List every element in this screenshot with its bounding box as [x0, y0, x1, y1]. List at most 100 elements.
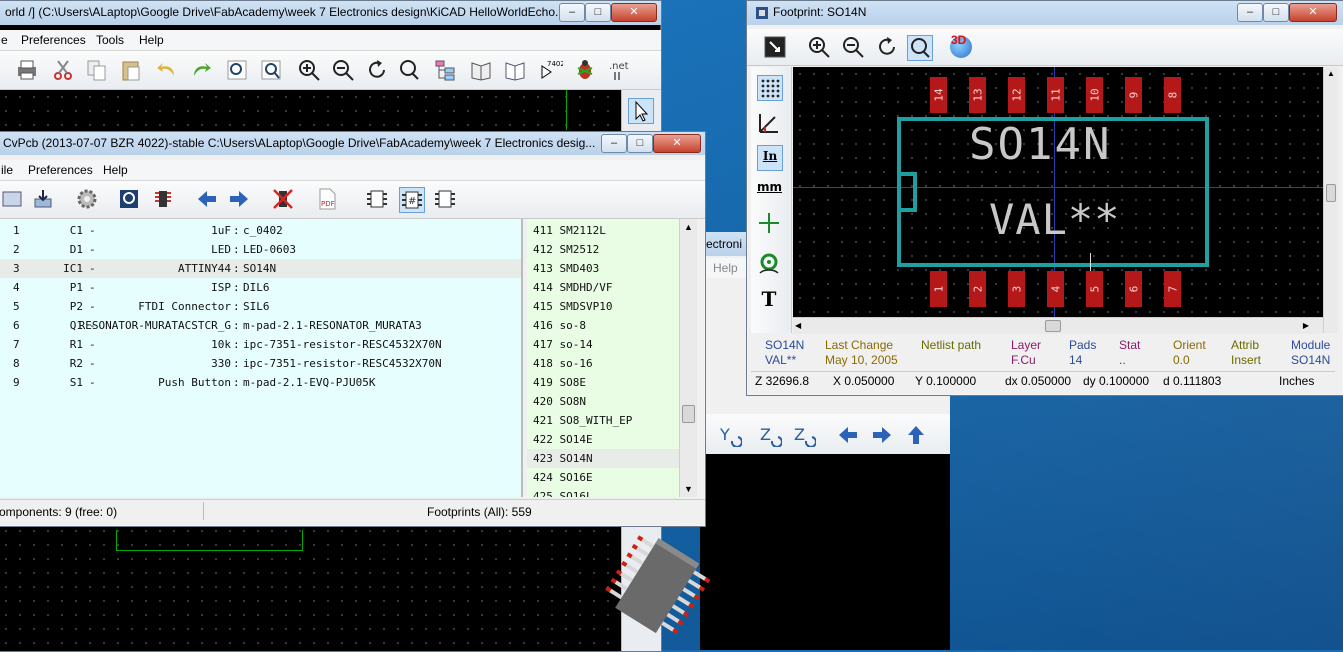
undo-icon[interactable]	[155, 58, 179, 82]
zoom-in-icon[interactable]	[297, 58, 321, 82]
find-icon[interactable]	[225, 58, 249, 82]
menu-preferences[interactable]: Preferences	[21, 33, 86, 47]
list-item[interactable]: 421 SO8_WITH_EP	[527, 411, 679, 430]
list-item[interactable]: 420 SO8N	[527, 392, 679, 411]
zoom-fit-icon[interactable]	[397, 58, 421, 82]
view-footprint-icon[interactable]	[117, 187, 141, 211]
print-icon[interactable]	[15, 58, 39, 82]
zoom-fit-icon[interactable]	[907, 35, 933, 61]
scroll-down-icon[interactable]: ▼	[680, 481, 697, 497]
zoom-out-icon[interactable]	[841, 35, 865, 59]
cursor-shape-icon[interactable]	[757, 211, 781, 235]
show-pad-icon[interactable]	[757, 253, 781, 277]
minimize-button[interactable]: –	[601, 134, 627, 153]
list-item[interactable]: 419 SO8E	[527, 373, 679, 392]
arrow-right-icon[interactable]	[870, 423, 894, 447]
close-button[interactable]: ✕	[653, 134, 701, 153]
scrollbar-thumb[interactable]	[1326, 184, 1336, 202]
list-item[interactable]: 413 SMD403	[527, 259, 679, 278]
scroll-left-icon[interactable]: ◀	[795, 318, 801, 333]
list-item[interactable]: 412 SM2512	[527, 240, 679, 259]
redraw-icon[interactable]	[875, 35, 899, 59]
scroll-up-icon[interactable]: ▲	[680, 219, 697, 235]
grid-icon[interactable]	[757, 75, 783, 101]
list-item[interactable]: 418 so-16	[527, 354, 679, 373]
zoom-out-icon[interactable]	[331, 58, 355, 82]
zoom-refresh-icon[interactable]: Z	[758, 423, 782, 447]
polar-icon[interactable]	[757, 111, 781, 135]
scrollbar-thumb[interactable]	[682, 405, 695, 423]
component-list[interactable]: 1 C1-1uF: c_0402 2 D1- LED: LED-0603 3 IC1- ATT…	[0, 219, 523, 497]
select-arrow-icon[interactable]	[628, 98, 654, 124]
zoom-reset-icon[interactable]: Z	[792, 423, 816, 447]
list-item[interactable]: 416 so-8	[527, 316, 679, 335]
list-item[interactable]: 4 P1- ISP: DIL6	[0, 278, 521, 297]
background-menu-help[interactable]: Help	[713, 261, 738, 275]
list-item[interactable]: 415 SMDSVP10	[527, 297, 679, 316]
close-button[interactable]: ✕	[611, 3, 657, 22]
select-footprint-icon[interactable]	[763, 35, 787, 59]
config-gear-icon[interactable]	[75, 187, 99, 211]
list-item[interactable]: 422 SO14E	[527, 430, 679, 449]
maximize-button[interactable]: □	[585, 3, 611, 22]
delete-associations-icon[interactable]	[271, 187, 295, 211]
paste-icon[interactable]	[119, 58, 143, 82]
close-button[interactable]: ✕	[1289, 3, 1337, 22]
copy-icon[interactable]	[85, 58, 109, 82]
arrow-up-icon[interactable]	[904, 423, 928, 447]
list-item[interactable]: 1 C1- 1uF: c_0402	[0, 221, 521, 240]
maximize-button[interactable]: □	[1263, 3, 1289, 22]
menu-help[interactable]: Help	[103, 163, 128, 177]
list-item[interactable]: 6 Q1- RESONATOR-MURATACSTCR_G: m-pad-2.1-RE…	[0, 316, 521, 335]
minimize-button[interactable]: –	[559, 3, 585, 22]
list-item[interactable]: 7 R1- 10k: ipc-7351-resistor-RESC4532X70N	[0, 335, 521, 354]
cvpcb-titlebar[interactable]: CvPcb (2013-07-07 BZR 4022)-stable C:\Us…	[0, 132, 705, 155]
redo-icon[interactable]	[189, 58, 213, 82]
list-item[interactable]: 417 so-14	[527, 335, 679, 354]
previous-icon[interactable]	[195, 187, 219, 211]
menu-tools[interactable]: Tools	[96, 33, 124, 47]
footprint-list-scrollbar[interactable]: ▲ ▼	[679, 219, 697, 497]
save-icon[interactable]	[31, 187, 55, 211]
maximize-button[interactable]: □	[627, 134, 653, 153]
find-replace-icon[interactable]	[259, 58, 283, 82]
scrollbar-thumb[interactable]	[1045, 320, 1061, 332]
next-icon[interactable]	[227, 187, 251, 211]
erc-icon[interactable]	[573, 58, 597, 82]
menu-file[interactable]: e	[1, 33, 8, 47]
footprint-titlebar[interactable]: Footprint: SO14N – □ ✕	[747, 1, 1343, 25]
filter-library-icon[interactable]	[433, 187, 457, 211]
open-netlist-icon[interactable]	[1, 187, 25, 211]
menu-help[interactable]: Help	[139, 33, 164, 47]
eeschema-titlebar[interactable]: orld /] (C:\Users\ALaptop\Google Drive\F…	[0, 1, 661, 25]
library-browser-icon[interactable]	[503, 58, 527, 82]
list-item[interactable]: 2 D1- LED: LED-0603	[0, 240, 521, 259]
3d-viewer-canvas[interactable]	[700, 454, 950, 650]
zoom-icon[interactable]: Y	[718, 423, 742, 447]
list-item[interactable]: 5 P2- FTDI Connector: SIL6	[0, 297, 521, 316]
library-editor-icon[interactable]	[469, 58, 493, 82]
list-item[interactable]: 411 SM2112L	[527, 221, 679, 240]
netlist-icon[interactable]: .net	[607, 58, 631, 82]
list-item[interactable]: 414 SMDHD/VF	[527, 278, 679, 297]
list-item[interactable]: 425 SO16L	[527, 487, 679, 497]
footprint-list[interactable]: 411 SM2112L 412 SM2512 413 SMD403 414 SM…	[527, 219, 679, 497]
list-item[interactable]: 423 SO14N	[527, 449, 679, 468]
scroll-right-icon[interactable]: ▶	[1303, 318, 1309, 333]
list-item[interactable]: 3 IC1- ATTINY44: SO14N	[0, 259, 521, 278]
canvas-vertical-scrollbar[interactable]: ▲	[1323, 67, 1338, 333]
text-icon[interactable]: T	[757, 287, 781, 311]
list-item[interactable]: 424 SO16E	[527, 468, 679, 487]
annotate-icon[interactable]: 7402	[539, 58, 563, 82]
footprint-canvas[interactable]: SO14N VAL** 14 13 12 11 10 9 8 1 2 3 4 5…	[793, 67, 1323, 317]
zoom-in-icon[interactable]	[807, 35, 831, 59]
3d-view-icon[interactable]: 3D	[949, 33, 973, 59]
arrow-left-icon[interactable]	[836, 423, 860, 447]
menu-file[interactable]: ile	[1, 163, 13, 177]
menu-preferences[interactable]: Preferences	[28, 163, 93, 177]
auto-associate-icon[interactable]	[151, 187, 175, 211]
list-item[interactable]: 9 S1- Push Button: m-pad-2.1-EVQ-PJU05K	[0, 373, 521, 392]
inches-icon[interactable]: In	[757, 145, 783, 171]
mm-icon[interactable]: mm	[757, 177, 782, 201]
minimize-button[interactable]: –	[1237, 3, 1263, 22]
